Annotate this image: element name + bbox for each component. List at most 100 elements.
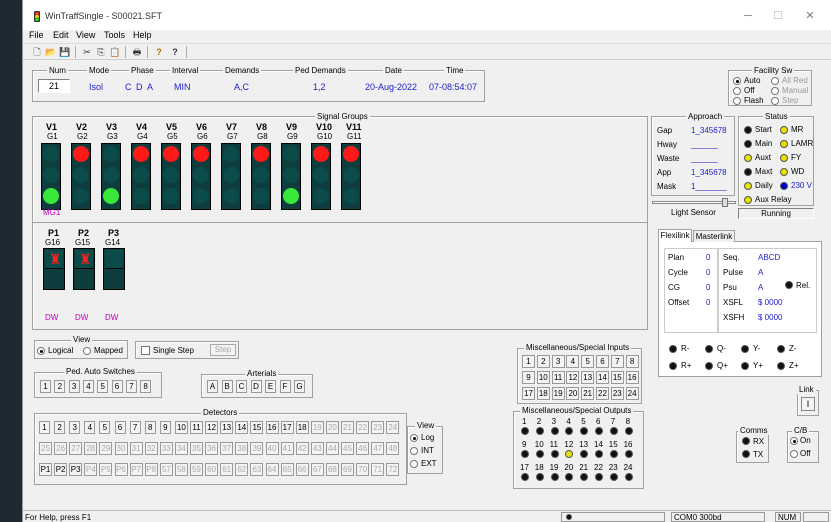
maximize-button[interactable]: ☐ <box>766 8 790 24</box>
detector-button-3[interactable]: 3 <box>69 421 81 434</box>
detector-button-37[interactable]: 37 <box>220 442 234 455</box>
detector-button-46[interactable]: 46 <box>356 442 370 455</box>
open-icon[interactable]: 📂 <box>45 46 57 58</box>
misc-input-button-5[interactable]: 5 <box>581 355 595 368</box>
detector-button-66[interactable]: 66 <box>295 463 309 476</box>
detector-button-28[interactable]: 28 <box>84 442 98 455</box>
detector-button-p3[interactable]: P3 <box>69 463 83 476</box>
misc-input-button-18[interactable]: 18 <box>536 387 550 400</box>
detector-button-33[interactable]: 33 <box>159 442 173 455</box>
arterial-button-g[interactable]: G <box>294 380 305 393</box>
view-mapped-radio[interactable] <box>83 347 91 355</box>
cb-on-radio[interactable] <box>790 437 798 445</box>
detector-button-60[interactable]: 60 <box>205 463 219 476</box>
detector-button-39[interactable]: 39 <box>250 442 264 455</box>
misc-input-button-10[interactable]: 10 <box>536 371 550 384</box>
misc-input-button-8[interactable]: 8 <box>625 355 639 368</box>
detector-button-6[interactable]: 6 <box>114 421 126 434</box>
detector-button-29[interactable]: 29 <box>99 442 113 455</box>
cb-off-radio[interactable] <box>790 450 798 458</box>
ped-auto-button-5[interactable]: 5 <box>97 380 109 393</box>
help-icon[interactable]: ? <box>153 46 165 58</box>
facility-off-radio[interactable] <box>733 87 741 95</box>
detector-button-71[interactable]: 71 <box>371 463 385 476</box>
misc-input-button-7[interactable]: 7 <box>610 355 624 368</box>
vehicle-signal-head[interactable] <box>71 143 91 210</box>
arterial-button-d[interactable]: D <box>250 380 262 393</box>
link-button[interactable]: I <box>801 397 815 411</box>
detector-button-41[interactable]: 41 <box>280 442 294 455</box>
detector-button-1[interactable]: 1 <box>39 421 50 434</box>
vehicle-signal-head[interactable] <box>161 143 181 210</box>
ped-auto-button-4[interactable]: 4 <box>82 380 94 393</box>
vehicle-signal-head[interactable] <box>191 143 211 210</box>
detector-button-p1[interactable]: P1 <box>39 463 52 476</box>
detector-button-45[interactable]: 45 <box>341 442 354 455</box>
detector-button-10[interactable]: 10 <box>174 421 188 434</box>
pedestrian-signal-head[interactable]: ♜ <box>43 248 65 290</box>
vehicle-signal-head[interactable] <box>131 143 151 210</box>
detector-button-p6[interactable]: P6 <box>114 463 128 476</box>
detector-button-15[interactable]: 15 <box>250 421 264 434</box>
menu-tools[interactable]: Tools <box>104 30 125 40</box>
ped-auto-button-7[interactable]: 7 <box>125 380 137 393</box>
vehicle-signal-head[interactable] <box>251 143 271 210</box>
misc-input-button-4[interactable]: 4 <box>566 355 580 368</box>
detector-button-16[interactable]: 16 <box>265 421 279 434</box>
detector-button-65[interactable]: 65 <box>280 463 294 476</box>
detector-button-24[interactable]: 24 <box>386 421 400 434</box>
detector-button-p4[interactable]: P4 <box>84 463 98 476</box>
detector-button-57[interactable]: 57 <box>159 463 173 476</box>
detector-button-58[interactable]: 58 <box>174 463 188 476</box>
facility-allred-radio[interactable] <box>771 77 779 85</box>
detector-button-14[interactable]: 14 <box>235 421 249 434</box>
misc-input-button-19[interactable]: 19 <box>551 387 565 400</box>
detector-button-p2[interactable]: P2 <box>54 463 68 476</box>
detector-button-69[interactable]: 69 <box>341 463 354 476</box>
detector-button-64[interactable]: 64 <box>265 463 279 476</box>
save-icon[interactable]: 💾 <box>59 46 71 58</box>
detector-button-34[interactable]: 34 <box>174 442 188 455</box>
detector-button-72[interactable]: 72 <box>386 463 400 476</box>
vehicle-signal-head[interactable] <box>341 143 361 210</box>
detector-button-43[interactable]: 43 <box>310 442 324 455</box>
detector-button-5[interactable]: 5 <box>99 421 111 434</box>
detector-button-19[interactable]: 19 <box>310 421 324 434</box>
detector-button-8[interactable]: 8 <box>144 421 156 434</box>
detector-button-26[interactable]: 26 <box>54 442 68 455</box>
vehicle-signal-head[interactable] <box>221 143 241 210</box>
single-step-checkbox[interactable] <box>141 346 150 355</box>
vehicle-signal-head[interactable] <box>311 143 331 210</box>
misc-input-button-22[interactable]: 22 <box>596 387 609 400</box>
menu-help[interactable]: Help <box>133 30 152 40</box>
new-icon[interactable]: 🗋 <box>31 46 43 58</box>
detector-button-25[interactable]: 25 <box>39 442 52 455</box>
detector-button-63[interactable]: 63 <box>250 463 264 476</box>
detector-button-13[interactable]: 13 <box>220 421 234 434</box>
arterial-button-c[interactable]: C <box>236 380 247 393</box>
arterial-button-e[interactable]: E <box>265 380 276 393</box>
detector-button-4[interactable]: 4 <box>84 421 96 434</box>
detector-button-17[interactable]: 17 <box>280 421 294 434</box>
misc-input-button-9[interactable]: 9 <box>522 371 535 384</box>
ped-auto-button-8[interactable]: 8 <box>140 380 152 393</box>
detector-button-18[interactable]: 18 <box>295 421 309 434</box>
misc-input-button-14[interactable]: 14 <box>596 371 609 384</box>
misc-input-button-21[interactable]: 21 <box>581 387 595 400</box>
misc-input-button-6[interactable]: 6 <box>596 355 609 368</box>
misc-input-button-13[interactable]: 13 <box>581 371 595 384</box>
ped-auto-button-2[interactable]: 2 <box>54 380 66 393</box>
detector-button-p7[interactable]: P7 <box>129 463 143 476</box>
menu-edit[interactable]: Edit <box>53 30 69 40</box>
detector-button-2[interactable]: 2 <box>54 421 66 434</box>
misc-input-button-23[interactable]: 23 <box>610 387 624 400</box>
vehicle-signal-head[interactable] <box>281 143 301 210</box>
menu-file[interactable]: File <box>29 30 44 40</box>
detector-button-59[interactable]: 59 <box>190 463 203 476</box>
misc-input-button-12[interactable]: 12 <box>566 371 580 384</box>
detector-view-log-radio[interactable] <box>410 434 418 442</box>
vehicle-signal-head[interactable] <box>101 143 121 210</box>
arterial-button-a[interactable]: A <box>207 380 218 393</box>
arterial-button-b[interactable]: B <box>221 380 233 393</box>
detector-button-67[interactable]: 67 <box>310 463 324 476</box>
